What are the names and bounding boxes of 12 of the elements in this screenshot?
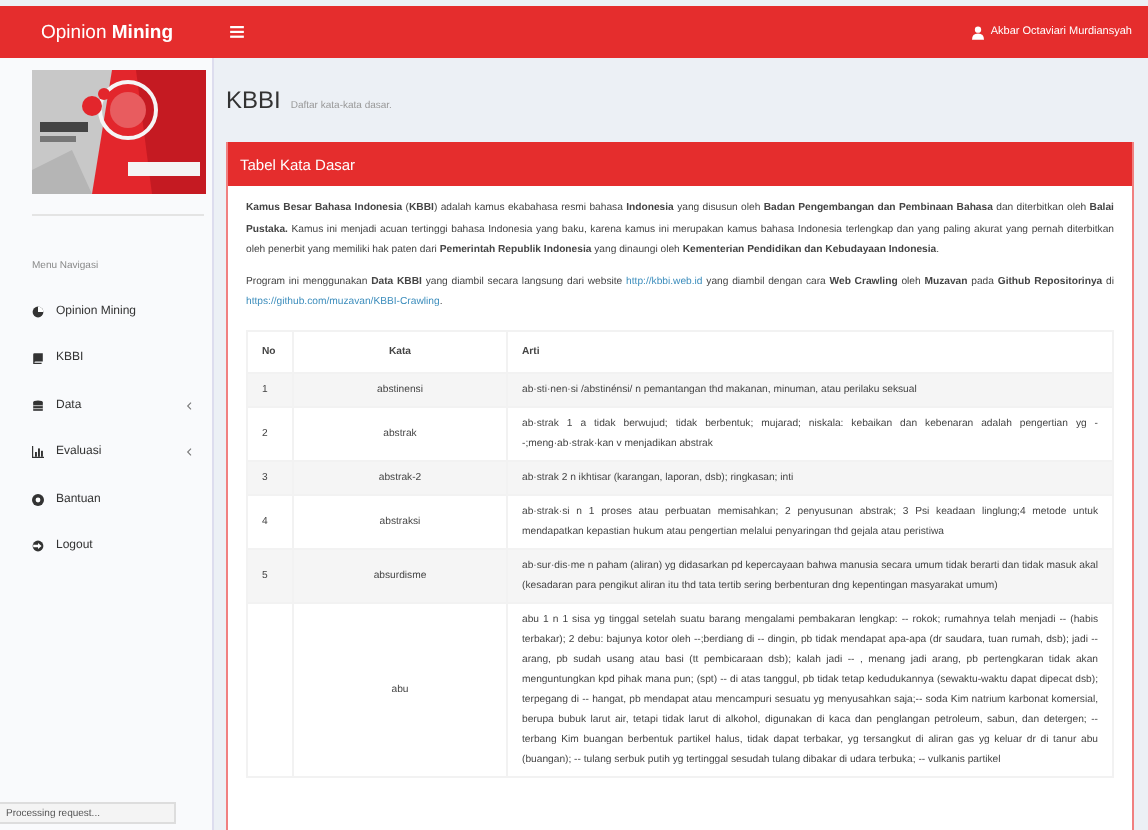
chevron-icon [186,448,192,457]
chevron-icon [186,401,192,410]
user-icon[interactable] [972,25,985,39]
menu-icon[interactable] [230,26,244,38]
brand-logo[interactable]: Opinion Mining [41,21,173,43]
bar-chart-icon [32,446,44,459]
logout-icon [32,540,44,553]
pie-chart-icon [32,305,44,318]
book-icon [32,352,44,365]
help-icon [32,493,44,506]
database-icon [32,399,44,412]
page-title: KBBI [226,86,281,114]
